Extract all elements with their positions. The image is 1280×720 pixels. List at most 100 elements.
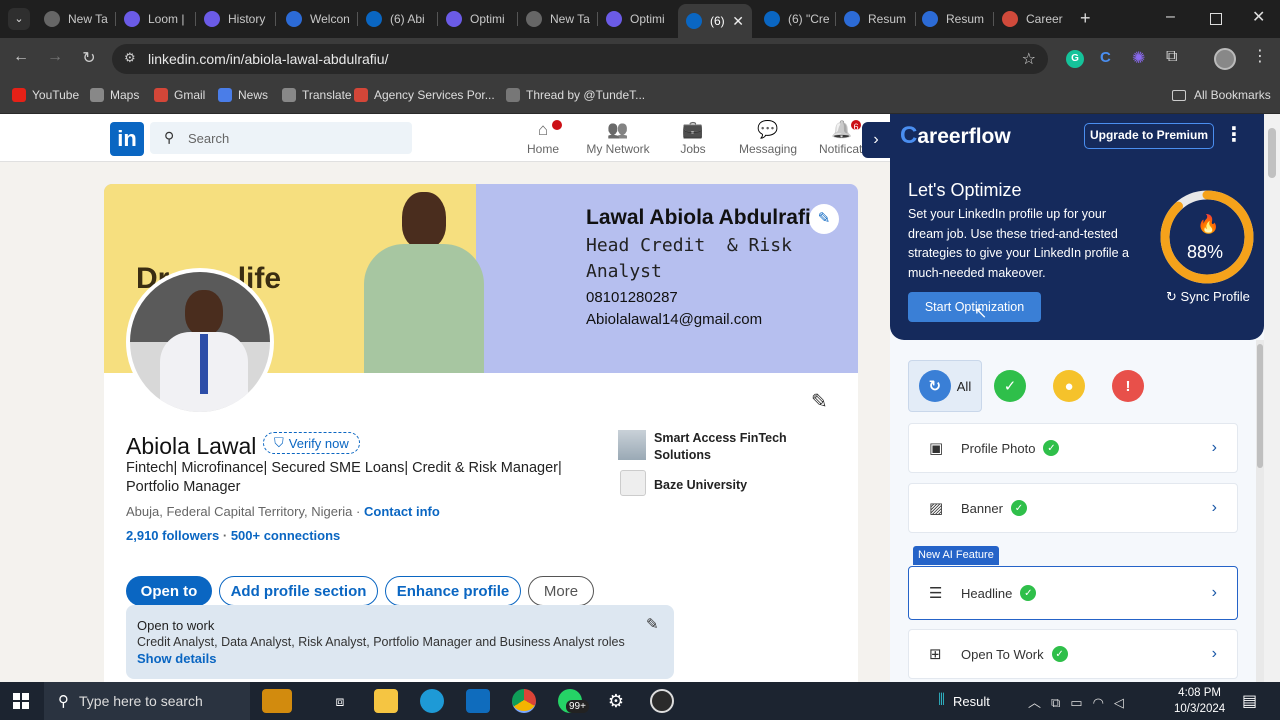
checklist-item[interactable]: ▣ Profile Photo ✓ › [908, 423, 1238, 473]
checklist-item[interactable]: ⊞ Open To Work ✓ › [908, 629, 1238, 679]
notification-center-icon[interactable]: ▤ [1242, 691, 1257, 711]
linkedin-logo[interactable]: in [110, 122, 144, 156]
panel-menu-icon[interactable]: ⋮ [1224, 122, 1244, 147]
browser-tab[interactable]: New Ta [36, 6, 114, 32]
windows-start-icon[interactable] [13, 693, 29, 709]
search-input[interactable]: ⚲ Search [150, 122, 412, 154]
optimize-heading: Let's Optimize [908, 180, 1022, 200]
nav-home[interactable]: ⌂ Home [503, 118, 583, 156]
obs-icon[interactable] [650, 689, 674, 713]
filter-warnings[interactable]: ! [1098, 360, 1158, 412]
filter-suggestions[interactable]: ● [1039, 360, 1099, 412]
browser-tab[interactable]: (6) Abi [358, 6, 436, 32]
show-details-link[interactable]: Show details [137, 651, 216, 666]
outlook-icon[interactable] [466, 689, 490, 713]
careerflow-extension-icon[interactable]: C [1100, 49, 1111, 66]
bookmark-star-icon[interactable]: ☆ [1022, 49, 1036, 69]
banner-person-photo [349, 192, 499, 373]
filter-all[interactable]: ↻ All [908, 360, 982, 412]
nav-network[interactable]: 👥 My Network [578, 120, 658, 156]
collapse-panel-button[interactable]: › [862, 122, 890, 158]
url-field[interactable]: ⚙ linkedin.com/in/abiola-lawal-abdulrafi… [112, 44, 1048, 74]
contact-info-link[interactable]: Contact info [364, 504, 440, 519]
filter-completed[interactable]: ✓ [980, 360, 1040, 412]
enhance-profile-button[interactable]: Enhance profile [385, 576, 521, 606]
bookmark-icon [506, 88, 520, 102]
jobs-icon: 💼 [682, 120, 704, 139]
bookmark-item[interactable]: YouTube [12, 88, 79, 102]
file-explorer-icon[interactable] [374, 689, 398, 713]
browser-tab[interactable]: (6) ✕ [678, 4, 752, 38]
browser-tab[interactable]: Loom | [116, 6, 194, 32]
task-view-icon[interactable]: ⧈ [328, 689, 352, 713]
nav-messaging[interactable]: 💬 Messaging [728, 120, 808, 156]
forward-button[interactable]: → [44, 48, 66, 66]
tab-favicon-icon [204, 11, 220, 27]
browser-tab[interactable]: History [196, 6, 274, 32]
more-button[interactable]: More [528, 576, 594, 606]
avatar[interactable] [1214, 48, 1236, 70]
taskbar-widget-icon[interactable] [262, 689, 292, 713]
reload-button[interactable]: ↻ [78, 48, 100, 68]
grammarly-extension-icon[interactable]: G [1066, 50, 1084, 68]
extensions-icon[interactable]: ⧉ [1166, 48, 1177, 66]
browser-tab[interactable]: New Ta [518, 6, 596, 32]
new-tab-button[interactable]: + [1080, 8, 1091, 29]
browser-tab[interactable]: Resum [914, 6, 992, 32]
bookmark-item[interactable]: Maps [90, 88, 139, 102]
browser-tab[interactable]: Optimi [598, 6, 676, 32]
taskbar-search[interactable]: ⚲ Type here to search [44, 682, 250, 720]
open-to-button[interactable]: Open to [126, 576, 212, 606]
browser-tab[interactable]: (6) "Cre [756, 6, 834, 32]
open-to-work-roles: Credit Analyst, Data Analyst, Risk Analy… [137, 635, 625, 649]
bookmark-item[interactable]: Translate [282, 88, 352, 102]
edit-intro-button[interactable]: ✎ [811, 389, 828, 414]
browser-tab[interactable]: Welcon [278, 6, 356, 32]
browser-menu-icon[interactable]: ⋮ [1252, 46, 1268, 66]
checklist-item[interactable]: ▨ Banner ✓ › [908, 483, 1238, 533]
all-bookmarks[interactable]: All Bookmarks [1172, 88, 1271, 102]
banner-phone: 08101280287 [586, 289, 678, 306]
maximize-button[interactable] [1210, 13, 1222, 25]
linkedin-header: in ⚲ Search ⌂ Home 👥 My Network 💼 Jobs 💬 Messag… [0, 114, 890, 162]
minimize-button[interactable]: – [1166, 8, 1175, 26]
close-tab-icon[interactable]: ✕ [732, 13, 744, 30]
bookmark-item[interactable]: Agency Services Por... [354, 88, 495, 102]
current-company[interactable]: Smart Access FinTech Solutions [654, 430, 804, 464]
back-button[interactable]: ← [10, 48, 32, 66]
checklist-item[interactable]: ☰ Headline ✓ › [908, 566, 1238, 620]
nav-jobs[interactable]: 💼 Jobs [653, 120, 733, 156]
messaging-icon: 💬 [757, 120, 779, 139]
url-text: linkedin.com/in/abiola-lawal-abdulrafiu/ [148, 51, 389, 67]
bookmark-item[interactable]: Gmail [154, 88, 205, 102]
school[interactable]: Baze University [654, 478, 747, 492]
browser-tab[interactable]: Resum [836, 6, 914, 32]
tray-icons[interactable]: ︿⧉▭◠◁ [1028, 692, 1134, 711]
settings-icon[interactable]: ⚙ [604, 689, 628, 713]
upgrade-button[interactable]: Upgrade to Premium [1084, 123, 1214, 149]
tab-search-button[interactable]: ⌄ [8, 8, 30, 30]
verify-now-badge[interactable]: ⛉ Verify now [263, 432, 360, 454]
edge-icon[interactable] [420, 689, 444, 713]
bookmark-item[interactable]: News [218, 88, 268, 102]
add-profile-section-button[interactable]: Add profile section [219, 576, 378, 606]
browser-tab[interactable]: Career [994, 6, 1072, 32]
browser-tab[interactable]: Optimi [438, 6, 516, 32]
edit-banner-button[interactable]: ✎ [809, 204, 839, 234]
profile-photo[interactable] [126, 268, 274, 416]
gear-extension-icon[interactable]: ✺ [1132, 48, 1145, 68]
bookmark-item[interactable]: Thread by @TundeT... [506, 88, 645, 102]
nav-label: Jobs [680, 142, 706, 156]
site-info-icon[interactable]: ⚙ [124, 50, 136, 66]
followers-link[interactable]: 2,910 followers [126, 528, 219, 543]
clock[interactable]: 4:08 PM 10/3/2024 [1174, 685, 1225, 717]
profile-card: Dream life Lawal Abiola Abdulrafiu Head … [104, 184, 858, 704]
sync-profile-button[interactable]: ↻ Sync Profile [1166, 289, 1250, 305]
connections-link[interactable]: 500+ connections [231, 528, 340, 543]
close-window-button[interactable]: ✕ [1252, 7, 1265, 27]
page-scrollbar[interactable] [1264, 114, 1280, 682]
edit-open-to-work-button[interactable]: ✎ [646, 615, 659, 633]
result-app[interactable]: ⦀ Result [938, 692, 990, 710]
panel-scrollbar[interactable] [1256, 340, 1264, 682]
chrome-icon[interactable] [512, 689, 536, 713]
